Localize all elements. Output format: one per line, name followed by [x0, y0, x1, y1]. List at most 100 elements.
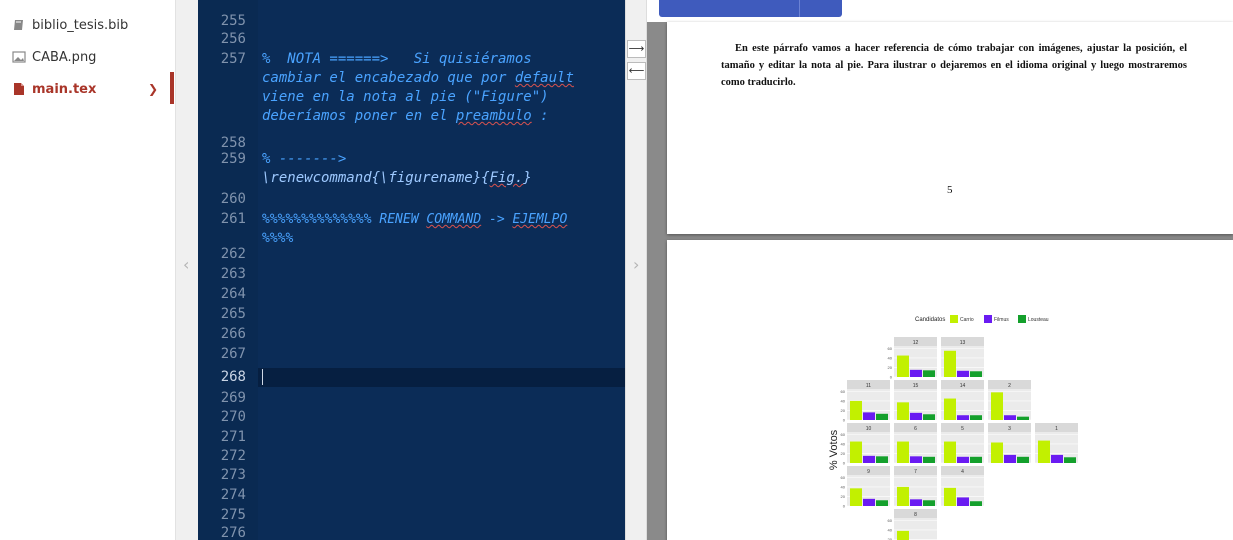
facet-label: 7: [914, 469, 917, 475]
line-number: 269: [220, 390, 246, 406]
legend: Candidatos Carrio Filmus Lousteau: [915, 315, 1049, 323]
facet-label: 1: [1055, 426, 1058, 432]
bar: [1017, 456, 1029, 463]
y-tick-label: 40: [841, 441, 846, 446]
code-line[interactable]: % NOTA ======> Si quisiéramos: [262, 50, 532, 69]
code-text: %%%%%%%%%%%%%%: [262, 212, 372, 227]
line-number: 255: [220, 13, 246, 29]
spell-error[interactable]: default: [515, 70, 574, 86]
code-line[interactable]: \renewcommand{\figurename}{Fig.}: [262, 169, 532, 188]
code-line[interactable]: %%%%%%%%%%%%%% RENEW COMMAND -> EJEMLPO: [262, 210, 567, 229]
spell-error[interactable]: COMMAND: [426, 212, 481, 227]
y-tick-label: 20: [841, 451, 846, 456]
bar: [1004, 454, 1016, 463]
file-item-biblio[interactable]: biblio_tesis.bib: [0, 12, 176, 38]
pdf-page-6: % Votos Candidatos Carrio Filmus Lousteau 1…: [667, 240, 1233, 540]
bar: [923, 456, 935, 463]
spell-error[interactable]: preambulo: [456, 108, 532, 124]
bar: [910, 412, 922, 420]
bar: [876, 500, 888, 506]
file-item-main[interactable]: main.tex ❯: [0, 76, 176, 102]
bar: [957, 370, 969, 377]
book-icon: [12, 18, 26, 32]
votes-figure: % Votos Candidatos Carrio Filmus Lousteau 1…: [828, 315, 1078, 540]
line-number: 270: [220, 409, 246, 425]
file-icon: [12, 82, 26, 96]
bar: [910, 369, 922, 377]
bar: [970, 415, 982, 420]
facet-panel: 7: [894, 466, 937, 507]
line-number: 263: [220, 266, 246, 282]
bar: [850, 400, 862, 420]
bar: [970, 456, 982, 463]
bar: [876, 413, 888, 420]
code-line[interactable]: deberíamos poner en el preambulo :: [262, 107, 549, 126]
facet-label: 6: [914, 426, 917, 432]
chevron-down-icon[interactable]: ❯: [148, 82, 158, 96]
code-line[interactable]: % ------->: [262, 150, 346, 169]
facet-panel: 13: [941, 337, 984, 378]
bar: [923, 500, 935, 506]
bar: [863, 412, 875, 420]
facet-panel: 11 60 40 20 0: [841, 380, 890, 423]
line-number: 256: [220, 31, 246, 47]
line-number: 260: [220, 191, 246, 207]
bar: [970, 371, 982, 377]
code-text: RENEW: [371, 212, 427, 227]
line-number: 261: [220, 211, 246, 227]
code-line[interactable]: cambiar el encabezado que por default: [262, 69, 574, 88]
facet-label: 10: [866, 426, 872, 432]
bar: [1064, 457, 1076, 463]
bar: [1004, 415, 1016, 420]
legend-label: Lousteau: [1028, 317, 1049, 323]
sync-to-pdf-button[interactable]: ⟶: [627, 40, 646, 58]
bar: [923, 370, 935, 377]
y-tick-label: 60: [888, 518, 893, 523]
spell-error[interactable]: Fig.: [490, 170, 524, 186]
line-number: 268: [220, 369, 246, 385]
collapse-filetree-strip[interactable]: ‹: [176, 0, 198, 540]
code-text: :: [531, 108, 549, 124]
facet-panel: 4: [941, 466, 984, 507]
text-cursor: [262, 369, 263, 385]
code-line[interactable]: viene en la nota al pie ("Figure"): [262, 88, 549, 107]
arrow-left-icon: ⟵: [628, 64, 645, 77]
line-number: 259: [220, 151, 246, 167]
chevron-left-icon[interactable]: ‹: [183, 255, 189, 274]
facet-label: 13: [960, 340, 966, 346]
facet-panel: 2: [988, 380, 1031, 421]
line-number: 275: [220, 507, 246, 523]
arrow-right-icon: ⟶: [628, 42, 645, 55]
facet-panel: 5: [941, 423, 984, 464]
chevron-right-icon[interactable]: ›: [633, 255, 639, 274]
pdf-viewer[interactable]: En este párrafo vamos a hacer referencia…: [647, 0, 1233, 540]
line-number: 276: [220, 525, 246, 540]
bar: [944, 441, 956, 463]
app-window: biblio_tesis.bib CABA.png main.tex ❯ ‹ 2…: [0, 0, 1233, 540]
code-line[interactable]: %%%%: [262, 229, 293, 248]
bar: [957, 415, 969, 420]
code-editor[interactable]: 255 256 257 258 259 260 261 262 263 264 265 266 267 2…: [198, 0, 625, 540]
bar: [957, 497, 969, 506]
y-tick-label: 0: [890, 375, 893, 380]
sync-to-code-button[interactable]: ⟵: [627, 62, 646, 80]
y-tick-label: 40: [888, 355, 893, 360]
line-number: 272: [220, 448, 246, 464]
bar: [910, 456, 922, 463]
recompile-button[interactable]: [659, 0, 842, 17]
y-tick-label: 0: [843, 418, 846, 423]
facet-panel: 14: [941, 380, 984, 421]
line-number: 262: [220, 246, 246, 262]
bar: [910, 499, 922, 506]
pane-divider[interactable]: ⟶ ⟵ ›: [625, 0, 647, 540]
bar: [1051, 454, 1063, 463]
line-number: 264: [220, 286, 246, 302]
file-label: main.tex: [32, 81, 97, 97]
facet-panel: 10 60 40 20 0: [841, 423, 890, 466]
spell-error[interactable]: EJEMLPO: [512, 212, 567, 227]
facet-label: 8: [914, 512, 917, 518]
file-label: biblio_tesis.bib: [32, 17, 129, 33]
file-item-caba[interactable]: CABA.png: [0, 44, 176, 70]
pdf-toolbar: [647, 0, 1233, 22]
legend-title: Candidatos: [915, 317, 945, 323]
